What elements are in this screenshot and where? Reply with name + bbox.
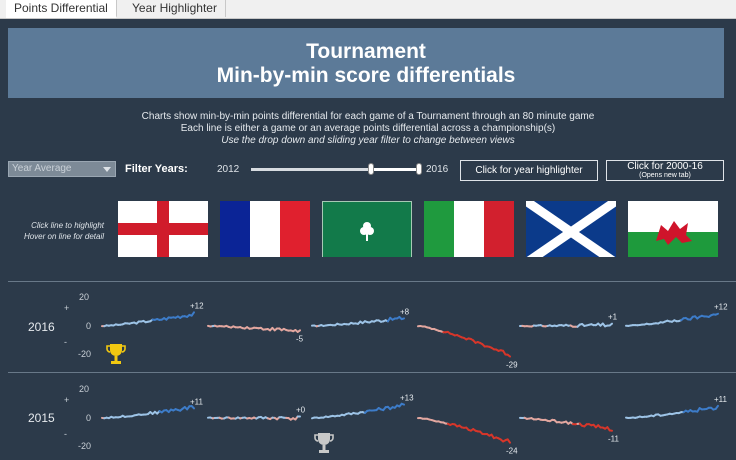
- differential-line-segment[interactable]: [716, 314, 718, 315]
- differential-line-segment[interactable]: [716, 406, 718, 409]
- final-differential-label: -24: [506, 447, 518, 454]
- differential-line-segment[interactable]: [192, 406, 194, 408]
- final-differential-label: -5: [296, 334, 304, 343]
- final-differential-label: +12: [190, 301, 204, 310]
- final-differential-label: -11: [608, 435, 620, 444]
- final-differential-label: +11: [190, 397, 204, 406]
- final-differential-label: +1: [608, 313, 618, 322]
- final-differential-label: +8: [400, 307, 410, 316]
- differential-line-segment[interactable]: [508, 439, 510, 442]
- differential-line-segment[interactable]: [298, 330, 300, 332]
- differential-line-segment[interactable]: [402, 404, 404, 405]
- final-differential-label: +11: [714, 395, 728, 404]
- differential-line-segment[interactable]: [402, 318, 404, 319]
- final-differential-label: -29: [506, 361, 518, 370]
- final-differential-label: +12: [714, 303, 728, 312]
- final-differential-label: +13: [400, 394, 414, 403]
- differential-line-segment[interactable]: [610, 324, 612, 326]
- differential-line-segment[interactable]: [508, 355, 510, 357]
- differential-charts[interactable]: +12 -5 +8 -29 +1 +12 +11 +0 +13 -24 -11 +11: [0, 0, 736, 454]
- differential-line-segment[interactable]: [192, 312, 194, 315]
- final-differential-label: +0: [296, 406, 306, 415]
